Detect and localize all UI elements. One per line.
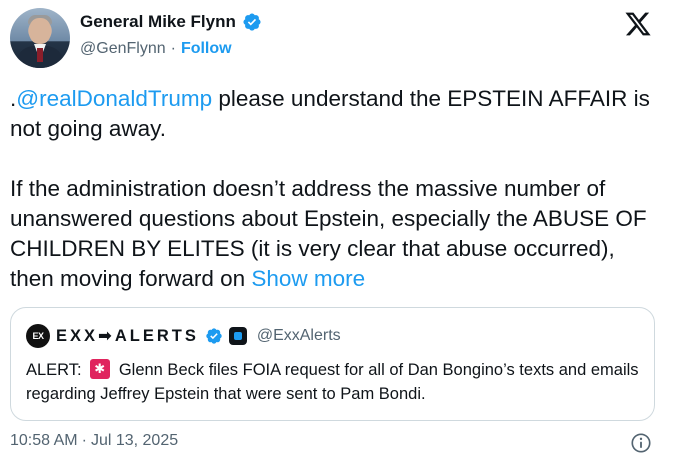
tweet-paragraph-1: .@realDonaldTrump please understand the … [10, 84, 650, 144]
tweet-card: General Mike Flynn @GenFlynn · Follow .@… [0, 0, 676, 462]
tweet-text: .@realDonaldTrump please understand the … [10, 84, 650, 294]
quote-text-prefix: ALERT: [26, 361, 87, 379]
quote-avatar-text: EX [32, 331, 44, 341]
show-more-link[interactable]: Show more [251, 266, 365, 291]
timestamp-separator: · [81, 432, 87, 449]
avatar-tie [37, 48, 43, 62]
quote-header: EX EXX➡ALERTS @ExxAlerts [26, 324, 341, 348]
author-name-row: General Mike Flynn [80, 12, 262, 32]
tweet-timestamp[interactable]: 10:58 AM · Jul 13, 2025 [10, 432, 178, 450]
author-handle-row: @GenFlynn · Follow [80, 40, 232, 58]
verified-badge-icon [243, 13, 261, 31]
quote-text: ALERT: Glenn Beck files FOIA request for… [26, 358, 641, 406]
author-avatar[interactable] [10, 8, 70, 68]
timestamp-time: 10:58 AM [10, 432, 78, 449]
author-display-name[interactable]: General Mike Flynn [80, 12, 236, 32]
quote-text-body: Glenn Beck files FOIA request for all of… [26, 361, 639, 403]
info-icon[interactable] [630, 432, 652, 454]
police-light-icon [90, 359, 111, 379]
follow-button[interactable]: Follow [181, 40, 232, 58]
quote-display-name: EXX➡ALERTS [56, 327, 199, 345]
quoted-tweet[interactable]: EX EXX➡ALERTS @ExxAlerts ALERT: Glenn Be… [10, 307, 655, 421]
affiliate-badge-inner [233, 332, 242, 340]
tweet-paragraph-2: If the administration doesn’t address th… [10, 174, 650, 294]
avatar-face [29, 18, 51, 44]
verified-badge-icon [206, 328, 222, 344]
x-logo-icon[interactable] [624, 10, 652, 38]
handle-separator: · [170, 40, 176, 57]
mention-link[interactable]: @realDonaldTrump [16, 86, 212, 111]
author-handle[interactable]: @GenFlynn [80, 40, 166, 58]
affiliate-badge-icon [228, 327, 247, 345]
quote-handle: @ExxAlerts [256, 327, 341, 344]
timestamp-date: Jul 13, 2025 [90, 432, 179, 449]
quote-avatar: EX [26, 324, 50, 348]
